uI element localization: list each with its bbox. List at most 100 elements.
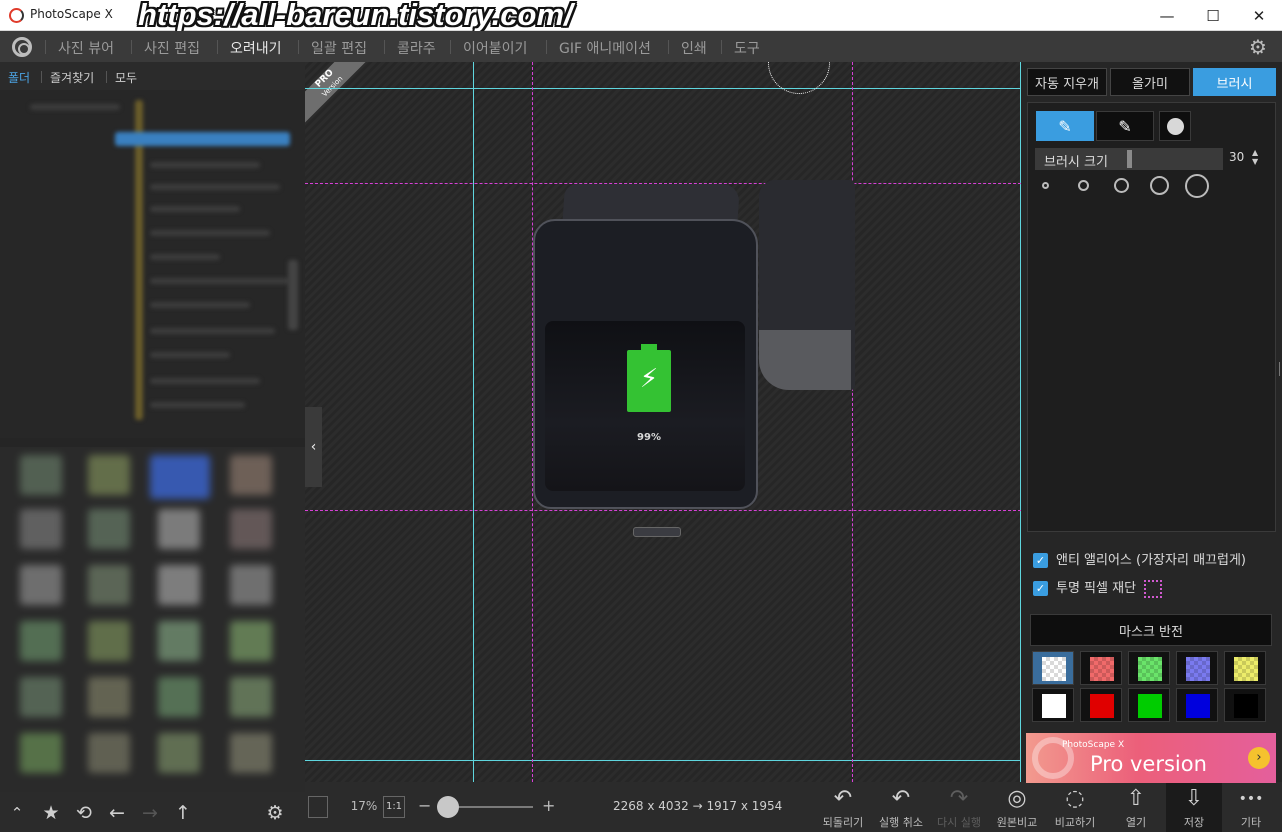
mask-color-swatch[interactable] xyxy=(1176,651,1218,685)
thumbnail[interactable] xyxy=(88,733,130,773)
thumbnail[interactable] xyxy=(230,455,272,495)
trim-checkbox[interactable]: ✓ xyxy=(1033,581,1048,596)
tree-scrollbar[interactable] xyxy=(288,260,298,330)
mask-color-swatch[interactable] xyxy=(1032,651,1074,685)
arrow-left-icon[interactable]: ← xyxy=(106,802,128,824)
menu-photo-editor[interactable]: 사진 편집 xyxy=(144,38,200,58)
revert-button[interactable]: 되돌리기 xyxy=(813,814,873,830)
thumbnail[interactable] xyxy=(230,677,272,717)
minimize-button[interactable]: — xyxy=(1144,0,1190,31)
mask-color-swatch[interactable] xyxy=(1080,651,1122,685)
star-icon[interactable]: ★ xyxy=(40,802,62,824)
thumbnail[interactable] xyxy=(20,677,62,717)
folder-tree[interactable] xyxy=(0,90,305,438)
anti-alias-checkbox[interactable]: ✓ xyxy=(1033,553,1048,568)
tree-item[interactable] xyxy=(150,206,240,212)
brush-size-slider[interactable]: 브러시 크기 xyxy=(1035,148,1223,170)
brush-size-thumb[interactable] xyxy=(1127,150,1132,168)
brush-preset-xs[interactable] xyxy=(1042,182,1049,189)
thumbnail[interactable] xyxy=(88,677,130,717)
mask-color-swatch[interactable] xyxy=(1128,688,1170,722)
tree-item[interactable] xyxy=(150,402,245,408)
tab-auto-eraser[interactable]: 자동 지우개 xyxy=(1027,68,1107,96)
thumbnail[interactable] xyxy=(158,509,200,549)
stepper-down-icon[interactable]: ▼ xyxy=(1252,157,1258,166)
thumbnail[interactable] xyxy=(230,565,272,605)
maximize-button[interactable]: ☐ xyxy=(1190,0,1236,31)
mask-color-swatch[interactable] xyxy=(1224,651,1266,685)
mask-color-swatch[interactable] xyxy=(1032,688,1074,722)
tab-all[interactable]: 모두 xyxy=(115,69,137,86)
brush-preset-xl[interactable] xyxy=(1185,174,1209,198)
trim-option[interactable]: ✓ 투명 픽셀 재단 xyxy=(1033,577,1163,598)
tree-item[interactable] xyxy=(150,352,230,358)
tree-item[interactable] xyxy=(150,328,275,334)
collapse-panel-button[interactable]: ‹ xyxy=(305,407,322,487)
mask-color-swatch[interactable] xyxy=(1128,651,1170,685)
tree-item[interactable] xyxy=(150,254,220,260)
tree-item[interactable] xyxy=(150,230,270,236)
menu-gif-animation[interactable]: GIF 애니메이션 xyxy=(559,38,651,58)
open-icon[interactable]: ⇧ xyxy=(1106,786,1166,812)
tab-folders[interactable]: 폴더 xyxy=(8,69,30,86)
mask-color-swatch[interactable] xyxy=(1224,688,1266,722)
mask-color-swatch[interactable] xyxy=(1176,688,1218,722)
thumbnail[interactable] xyxy=(158,733,200,773)
brush-preset-s[interactable] xyxy=(1078,180,1089,191)
thumbnail[interactable] xyxy=(88,455,130,495)
brush-size-value[interactable]: 30 xyxy=(1229,150,1244,164)
menu-cut-out[interactable]: 오려내기 xyxy=(230,38,282,58)
thumbnail[interactable] xyxy=(20,733,62,773)
menu-batch-editor[interactable]: 일괄 편집 xyxy=(311,38,367,58)
invert-mask-button[interactable]: 마스크 반전 xyxy=(1030,614,1272,646)
menu-photo-viewer[interactable]: 사진 뷰어 xyxy=(58,38,114,58)
thumbnail[interactable] xyxy=(20,565,62,605)
brush-size-stepper[interactable]: ▲ ▼ xyxy=(1252,148,1258,166)
save-button[interactable]: 저장 xyxy=(1164,814,1224,830)
redo-button[interactable]: 다시 실행 xyxy=(929,814,989,830)
tree-item[interactable] xyxy=(150,378,260,384)
menu-print[interactable]: 인쇄 xyxy=(681,38,707,58)
compare-original-icon[interactable]: ◎ xyxy=(987,786,1047,812)
brush-erase-icon[interactable]: ✎ xyxy=(1096,111,1154,141)
arrow-up-icon[interactable]: ↑ xyxy=(172,802,194,824)
menu-tools[interactable]: 도구 xyxy=(734,38,760,58)
tab-favorites[interactable]: 즐겨찾기 xyxy=(50,69,94,86)
pro-version-ad-banner[interactable]: PhotoScape X Pro version › xyxy=(1026,733,1276,783)
thumbnail[interactable] xyxy=(20,621,62,661)
thumbnail[interactable] xyxy=(158,565,200,605)
menu-combine[interactable]: 이어붙이기 xyxy=(463,38,527,58)
tree-item[interactable] xyxy=(150,302,250,308)
stepper-up-icon[interactable]: ▲ xyxy=(1252,148,1258,157)
arrow-right-icon[interactable]: → xyxy=(139,802,161,824)
refresh-icon[interactable]: ⟲ xyxy=(73,802,95,824)
compare-icon[interactable]: ◌ xyxy=(1045,786,1105,812)
thumbnail[interactable] xyxy=(88,509,130,549)
actual-size-button[interactable]: 1:1 xyxy=(383,796,405,818)
gear-icon[interactable]: ⚙ xyxy=(264,802,286,824)
thumbnail[interactable] xyxy=(230,733,272,773)
thumbnail[interactable] xyxy=(20,455,62,495)
chevron-up-icon[interactable]: ⌃ xyxy=(6,802,28,824)
menu-collage[interactable]: 콜라주 xyxy=(397,38,436,58)
more-icon[interactable]: ••• xyxy=(1221,786,1281,812)
zoom-out-button[interactable]: − xyxy=(418,796,431,815)
compare-original-button[interactable]: 원본비교 xyxy=(987,814,1047,830)
anti-alias-option[interactable]: ✓ 앤티 앨리어스 (가장자리 매끄럽게) xyxy=(1033,549,1246,568)
brush-preset-m[interactable] xyxy=(1114,178,1129,193)
save-icon[interactable]: ⇩ xyxy=(1164,786,1224,812)
brush-add-icon[interactable]: ✎ xyxy=(1036,111,1094,141)
thumbnail[interactable] xyxy=(230,509,272,549)
thumbnail[interactable] xyxy=(88,621,130,661)
compare-button[interactable]: 비교하기 xyxy=(1045,814,1105,830)
tree-item[interactable] xyxy=(30,104,120,110)
home-icon[interactable] xyxy=(12,37,32,57)
fit-view-button[interactable] xyxy=(308,796,328,818)
zoom-slider-knob[interactable] xyxy=(437,796,459,818)
thumbnail[interactable] xyxy=(158,621,200,661)
settings-gear-icon[interactable]: ⚙ xyxy=(1248,37,1268,57)
tree-item[interactable] xyxy=(150,162,260,168)
open-button[interactable]: 열기 xyxy=(1106,814,1166,830)
editing-canvas[interactable]: PRO Version ⚡ 99% ‹ xyxy=(305,62,1021,782)
redo-icon[interactable]: ↷ xyxy=(929,786,989,812)
